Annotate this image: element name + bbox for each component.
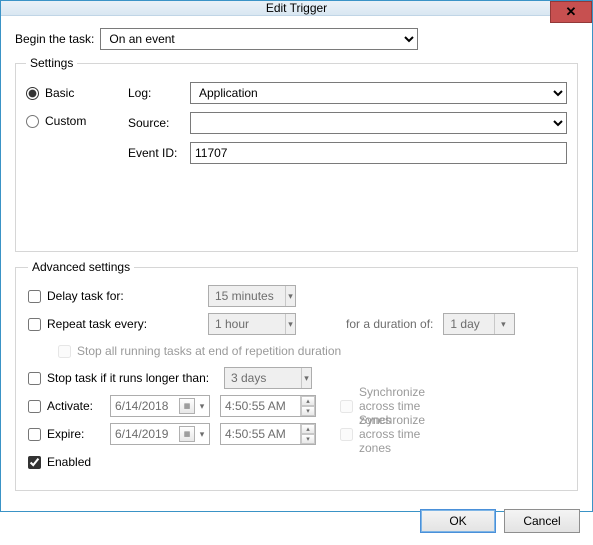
delay-combo: 15 minutes ▾ bbox=[208, 285, 296, 307]
expire-checkbox-input[interactable] bbox=[28, 428, 41, 441]
activate-time: 4:50:55 AM bbox=[225, 399, 286, 413]
window-title: Edit Trigger bbox=[266, 1, 327, 15]
log-select[interactable]: Application bbox=[190, 82, 567, 104]
close-icon: ✕ bbox=[566, 4, 577, 20]
expire-label: Expire: bbox=[47, 427, 84, 441]
stop-all-checkbox: Stop all running tasks at end of repetit… bbox=[58, 344, 341, 358]
expire-sync-checkbox: Synchronize across time zones bbox=[340, 413, 412, 455]
dialog-footer: OK Cancel bbox=[1, 499, 592, 545]
duration-combo: 1 day ▾ bbox=[443, 313, 515, 335]
begin-task-row: Begin the task: On an event bbox=[15, 28, 578, 50]
chevron-down-icon: ▾ bbox=[195, 429, 209, 440]
enabled-checkbox[interactable]: Enabled bbox=[28, 455, 91, 469]
activate-date: 6/14/2018 bbox=[115, 399, 168, 413]
log-label: Log: bbox=[128, 86, 184, 100]
spinner-icon: ▴▾ bbox=[300, 424, 315, 444]
advanced-legend: Advanced settings bbox=[28, 260, 134, 274]
repeat-value: 1 hour bbox=[215, 317, 281, 331]
stop-if-checkbox[interactable]: Stop task if it runs longer than: bbox=[28, 371, 214, 385]
source-select[interactable] bbox=[190, 112, 567, 134]
delay-value: 15 minutes bbox=[215, 289, 281, 303]
stop-if-checkbox-input[interactable] bbox=[28, 372, 41, 385]
radio-custom[interactable]: Custom bbox=[26, 114, 106, 128]
chevron-down-icon: ▾ bbox=[494, 314, 511, 334]
enabled-label: Enabled bbox=[47, 455, 91, 469]
duration-value: 1 day bbox=[450, 317, 490, 331]
begin-task-label: Begin the task: bbox=[15, 32, 94, 46]
chevron-down-icon: ▾ bbox=[301, 368, 311, 388]
chevron-down-icon: ▾ bbox=[285, 286, 295, 306]
expire-time-picker: 4:50:55 AM ▴▾ bbox=[220, 423, 316, 445]
repeat-label: Repeat task every: bbox=[47, 317, 147, 331]
stop-if-combo: 3 days ▾ bbox=[224, 367, 312, 389]
activate-sync-input bbox=[340, 400, 353, 413]
stop-if-label: Stop task if it runs longer than: bbox=[47, 371, 209, 385]
expire-sync-label: Synchronize across time zones bbox=[359, 413, 425, 455]
dialog-content: Begin the task: On an event Settings Bas… bbox=[1, 16, 592, 499]
delay-checkbox[interactable]: Delay task for: bbox=[28, 289, 124, 303]
activate-date-picker: 6/14/2018 ▦ ▾ bbox=[110, 395, 210, 417]
radio-basic-label: Basic bbox=[45, 86, 74, 100]
ok-button[interactable]: OK bbox=[420, 509, 496, 533]
chevron-down-icon: ▾ bbox=[195, 401, 209, 412]
expire-date: 6/14/2019 bbox=[115, 427, 168, 441]
settings-legend: Settings bbox=[26, 56, 77, 70]
expire-checkbox[interactable]: Expire: bbox=[28, 427, 100, 441]
expire-sync-input bbox=[340, 428, 353, 441]
settings-group: Settings Basic Custom Log: Application bbox=[15, 56, 578, 252]
ok-button-label: OK bbox=[449, 514, 466, 528]
stop-all-label: Stop all running tasks at end of repetit… bbox=[77, 344, 341, 358]
radio-basic[interactable]: Basic bbox=[26, 86, 106, 100]
duration-label: for a duration of: bbox=[346, 317, 433, 331]
expire-date-picker: 6/14/2019 ▦ ▾ bbox=[110, 423, 210, 445]
expire-time: 4:50:55 AM bbox=[225, 427, 286, 441]
title-bar: Edit Trigger ✕ bbox=[1, 1, 592, 16]
activate-time-picker: 4:50:55 AM ▴▾ bbox=[220, 395, 316, 417]
cancel-button-label: Cancel bbox=[523, 514, 560, 528]
activate-label: Activate: bbox=[47, 399, 93, 413]
source-label: Source: bbox=[128, 116, 184, 130]
activate-checkbox[interactable]: Activate: bbox=[28, 399, 100, 413]
spinner-icon: ▴▾ bbox=[300, 396, 315, 416]
begin-task-select[interactable]: On an event bbox=[100, 28, 418, 50]
radio-basic-input[interactable] bbox=[26, 87, 39, 100]
calendar-icon: ▦ bbox=[179, 398, 195, 414]
delay-checkbox-input[interactable] bbox=[28, 290, 41, 303]
delay-label: Delay task for: bbox=[47, 289, 124, 303]
chevron-down-icon: ▾ bbox=[285, 314, 295, 334]
repeat-combo: 1 hour ▾ bbox=[208, 313, 296, 335]
enabled-checkbox-input[interactable] bbox=[28, 456, 41, 469]
advanced-group: Advanced settings Delay task for: 15 min… bbox=[15, 260, 578, 491]
activate-checkbox-input[interactable] bbox=[28, 400, 41, 413]
eventid-label: Event ID: bbox=[128, 146, 184, 160]
radio-custom-label: Custom bbox=[45, 114, 86, 128]
close-button[interactable]: ✕ bbox=[550, 1, 592, 23]
stop-if-value: 3 days bbox=[231, 371, 297, 385]
calendar-icon: ▦ bbox=[179, 426, 195, 442]
stop-all-checkbox-input bbox=[58, 345, 71, 358]
eventid-input[interactable] bbox=[190, 142, 567, 164]
repeat-checkbox-input[interactable] bbox=[28, 318, 41, 331]
radio-custom-input[interactable] bbox=[26, 115, 39, 128]
repeat-checkbox[interactable]: Repeat task every: bbox=[28, 317, 147, 331]
cancel-button[interactable]: Cancel bbox=[504, 509, 580, 533]
